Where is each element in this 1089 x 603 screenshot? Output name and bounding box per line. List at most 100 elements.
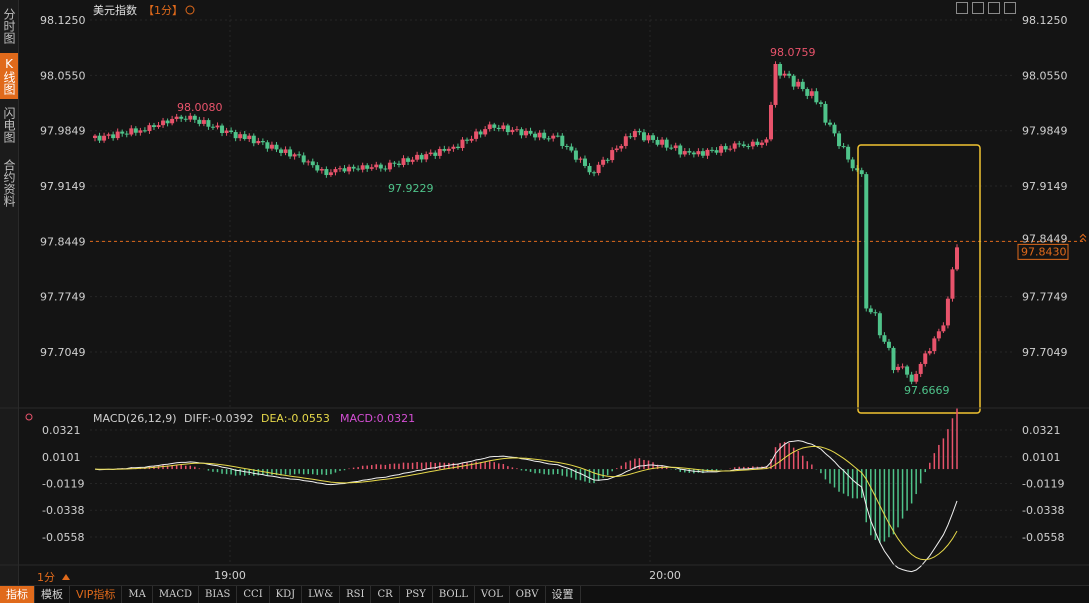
candle-body	[510, 129, 515, 133]
candle-body	[251, 135, 256, 144]
macd-label: MACD(26,12,9)	[93, 412, 177, 425]
candle-body	[773, 63, 778, 105]
candle-body	[165, 120, 170, 124]
candle-body	[115, 131, 120, 139]
candle-body	[433, 152, 438, 156]
candle-body	[487, 124, 492, 130]
candle-body	[868, 308, 873, 313]
candle-body	[886, 341, 891, 348]
candle-body	[415, 154, 420, 160]
candle-body	[396, 163, 401, 165]
ma-button[interactable]: MA	[122, 586, 153, 603]
candle-body	[778, 63, 783, 76]
candle-body	[914, 373, 919, 382]
candle-body	[437, 148, 442, 156]
candle-body	[179, 116, 184, 119]
candle-body	[328, 172, 333, 176]
candle-body	[750, 141, 755, 147]
vol-button[interactable]: VOL	[475, 586, 510, 603]
low-annotation-2: 97.6669	[904, 384, 950, 397]
rsi-button[interactable]: RSI	[340, 586, 372, 603]
candle-body	[410, 159, 415, 162]
candle-body	[664, 139, 669, 148]
candle-body	[605, 159, 610, 161]
candle-body	[201, 120, 206, 124]
price-tick-left: 97.7749	[40, 291, 86, 304]
boll-button[interactable]: BOLL	[433, 586, 475, 603]
macd-dea: DEA:-0.0553	[261, 412, 330, 425]
settings-button[interactable]: 设置	[546, 586, 581, 603]
split-icon[interactable]	[972, 2, 984, 14]
candle-body	[215, 125, 220, 128]
fullscreen-icon[interactable]	[988, 2, 1000, 14]
chart-period: 【1分】	[143, 4, 183, 17]
candle-body	[519, 129, 524, 136]
candle-body	[283, 149, 288, 153]
menu-icon[interactable]	[1004, 2, 1016, 14]
chart-title: 美元指数	[93, 3, 137, 17]
macd-tick-left: 0.0321	[42, 424, 81, 437]
obv-button[interactable]: OBV	[510, 586, 546, 603]
candle-body	[478, 131, 483, 135]
candle-body	[138, 130, 143, 133]
candle-body	[714, 150, 719, 153]
candle-body	[927, 351, 932, 354]
price-tick-left: 97.7049	[40, 346, 86, 359]
candle-body	[573, 150, 578, 160]
candle-body	[628, 136, 633, 138]
candle-body	[297, 154, 302, 156]
indicator-button[interactable]: 指标	[0, 586, 35, 603]
candle-body	[660, 139, 665, 145]
candle-body	[120, 131, 125, 134]
candle-body	[102, 135, 107, 141]
diff-line	[94, 440, 958, 573]
crosshair-icon[interactable]	[956, 2, 968, 14]
caret-up-icon	[62, 574, 70, 580]
cr-button[interactable]: CR	[371, 586, 400, 603]
candle-body	[460, 139, 465, 149]
candle-body	[537, 132, 542, 138]
candle-body	[383, 168, 388, 170]
candle-body	[723, 146, 728, 150]
candle-body	[301, 155, 306, 163]
macd-tick-right: -0.0119	[1022, 478, 1064, 491]
period-selector: 1分	[37, 571, 55, 584]
candle-body	[950, 269, 955, 299]
lw-button[interactable]: LW&	[302, 586, 341, 603]
vip-indicator-button[interactable]: VIP指标	[70, 586, 123, 603]
psy-button[interactable]: PSY	[400, 586, 433, 603]
candle-body	[319, 169, 324, 171]
candle-body	[746, 146, 751, 148]
candle-body	[737, 143, 742, 145]
cci-button[interactable]: CCI	[237, 586, 270, 603]
candle-body	[124, 133, 129, 135]
candle-body	[465, 139, 470, 141]
candle-body	[428, 152, 433, 155]
candle-body	[229, 130, 234, 133]
candle-body	[882, 335, 887, 342]
candle-body	[292, 154, 297, 157]
macd-button[interactable]: MACD	[153, 586, 200, 603]
candle-body	[796, 81, 801, 87]
price-tick-right: 97.8449	[1022, 232, 1068, 245]
candle-body	[106, 134, 111, 136]
candle-body	[324, 169, 329, 176]
candle-body	[220, 125, 225, 134]
chart-canvas[interactable]: 98.1250 98.1250 98.0550 98.0550 97.9849 97.98…	[0, 0, 1089, 585]
candle-body	[247, 135, 252, 140]
candle-body	[641, 132, 646, 141]
kdj-button[interactable]: KDJ	[270, 586, 303, 603]
template-button[interactable]: 模板	[35, 586, 70, 603]
candle-body	[809, 91, 814, 96]
candle-body	[360, 165, 365, 170]
candle-body	[592, 172, 597, 174]
candle-body	[678, 145, 683, 155]
bias-button[interactable]: BIAS	[199, 586, 238, 603]
candle-body	[655, 139, 660, 145]
current-price-label: 97.8430	[1021, 245, 1067, 258]
candle-body	[832, 124, 837, 134]
price-tick-right: 97.7749	[1022, 291, 1068, 304]
candle-body	[578, 158, 583, 160]
candle-body	[669, 147, 674, 149]
price-tick-right: 98.1250	[1022, 14, 1068, 27]
